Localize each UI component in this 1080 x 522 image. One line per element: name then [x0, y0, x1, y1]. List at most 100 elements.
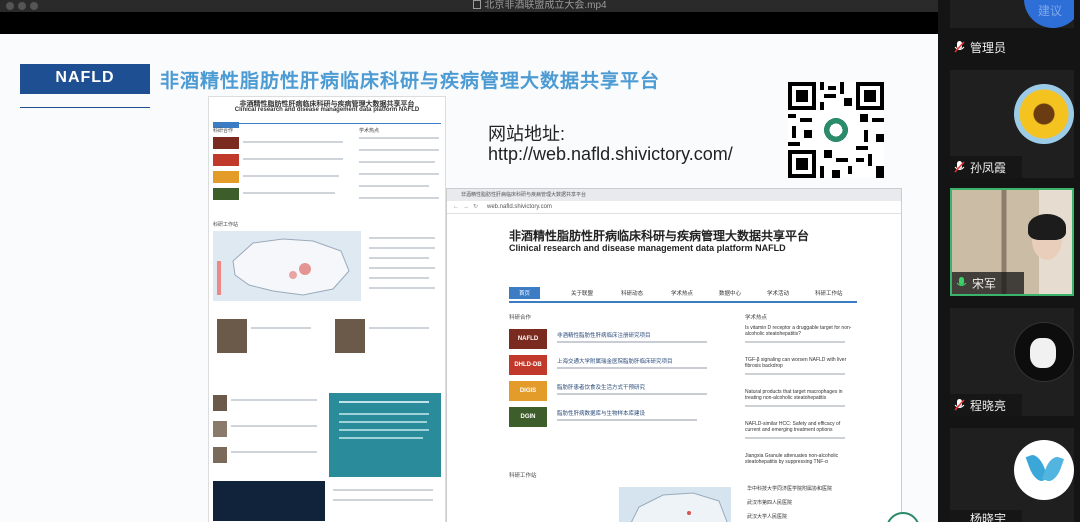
- text-line: [369, 277, 429, 279]
- china-map: [213, 231, 361, 301]
- participant-tile[interactable]: 建议: [950, 0, 1074, 28]
- mic-muted-icon: [954, 161, 965, 173]
- text-line: [557, 367, 707, 369]
- text-line: [333, 489, 433, 491]
- window-title-text: 北京非酒联盟成立大会.mp4: [484, 0, 607, 11]
- text-line: [243, 192, 335, 194]
- station-item: 武汉市第四人民医院: [747, 500, 793, 506]
- section-map: 科研工作站: [509, 473, 537, 479]
- expert-photo: [217, 319, 247, 353]
- browser-screenshot: 非酒精性脂肪性肝病临床科研与疾病管理大数据共享平台 ← → ↻ web.nafl…: [446, 188, 902, 522]
- hot-item: Natural products that target macrophages…: [745, 389, 843, 401]
- participant-name: 建议: [1038, 4, 1063, 18]
- divider: [20, 92, 150, 94]
- text-line: [557, 341, 707, 343]
- name-bar: 杨晓宇: [950, 510, 1022, 522]
- logo-dhld: DHLD-DB: [509, 355, 547, 375]
- text-line: [339, 437, 423, 439]
- name-bar: 孙凤霞: [950, 156, 1022, 178]
- participant-name: 孙凤霞: [970, 161, 1007, 175]
- avatar: [213, 395, 227, 411]
- text-line: [359, 173, 439, 175]
- text-line: [339, 413, 429, 415]
- browser-tab: 非酒精性脂肪性肝病临床科研与疾病管理大数据共享平台: [461, 192, 587, 198]
- participant-tile[interactable]: 杨晓宇: [950, 428, 1074, 522]
- logo-thumb: [213, 171, 239, 183]
- name-bar: 管理员: [950, 36, 1022, 58]
- text-line: [339, 429, 429, 431]
- participant-tile[interactable]: 宋军: [950, 188, 1074, 296]
- text-line: [359, 161, 435, 163]
- text-line: [231, 425, 317, 427]
- expert-photo: [335, 319, 365, 353]
- address-url: web.nafld.shivictory.com: [487, 204, 552, 210]
- section-hot: 学术热点: [745, 315, 768, 321]
- station-item: 华中科技大学同济医学院附属协和医院: [747, 486, 833, 492]
- nav-research: 科研动态: [621, 291, 644, 297]
- hot-item: TGF-β signaling can worsen NAFLD with li…: [745, 357, 847, 369]
- text-line: [369, 247, 435, 249]
- participant-name: 宋军: [972, 277, 997, 291]
- nav-home: 首页: [509, 287, 541, 299]
- avatar-silhouette: [1030, 338, 1056, 368]
- website-screenshot-left: 非酒精性脂肪性肝病临床科研与疾病管理大数据共享平台 Clinical resea…: [208, 96, 446, 522]
- text-line: [369, 237, 435, 239]
- site-title-en: Clinical research and disease management…: [509, 243, 786, 253]
- site-label: 网站地址:: [488, 124, 566, 144]
- window-title-bar: 北京非酒联盟成立大会.mp4: [0, 0, 1080, 12]
- text-line: [745, 373, 845, 375]
- mic-muted-icon: [954, 41, 965, 53]
- hot-item: NAFLD-similar HCC: Safety and efficacy o…: [745, 421, 841, 433]
- browser-tab-strip: 非酒精性脂肪性肝病临床科研与疾病管理大数据共享平台: [447, 189, 901, 201]
- text-line: [231, 451, 317, 453]
- text-line: [557, 393, 707, 395]
- nav-station: 科研工作站: [815, 291, 843, 297]
- window-title: 北京非酒联盟成立大会.mp4: [0, 0, 1080, 12]
- shot-section: 科研工作站: [213, 222, 239, 228]
- text-line: [359, 185, 429, 187]
- video-letterbox: [0, 12, 938, 34]
- back-icon: ←: [453, 204, 459, 210]
- text-line: [251, 327, 311, 329]
- participant-name: 杨晓宇: [970, 512, 1007, 522]
- nav-data: 数据中心: [719, 291, 742, 297]
- hot-item: Jiangxia Granule attenuates non-alcoholi…: [745, 453, 839, 465]
- logo-nafld: NAFLD: [509, 329, 547, 349]
- promo-banner: [329, 393, 441, 477]
- text-line: [359, 197, 439, 199]
- file-icon: [473, 0, 482, 9]
- participant-tile[interactable]: 孙凤霞: [950, 70, 1074, 178]
- nav-about: 关于联盟: [571, 291, 594, 297]
- reload-icon: ↻: [473, 204, 479, 210]
- participant-tile[interactable]: 管理员: [950, 32, 1074, 58]
- text-line: [745, 405, 845, 407]
- avatar: [213, 447, 227, 463]
- participant-name: 管理员: [970, 41, 1007, 55]
- name-bar: 程晓亮: [950, 394, 1022, 416]
- shot-section: 科研合作: [213, 128, 234, 134]
- site-title-cn: 非酒精性脂肪性肝病临床科研与疾病管理大数据共享平台: [509, 229, 810, 243]
- text-line: [369, 267, 435, 269]
- mic-muted-icon: [954, 399, 965, 411]
- mic-active-icon: [956, 277, 967, 286]
- text-line: [333, 499, 433, 501]
- data-visual-banner: [213, 481, 325, 521]
- participant-tile[interactable]: 程晓亮: [950, 308, 1074, 416]
- name-bar: 宋军: [952, 272, 1024, 294]
- nav-hot: 学术热点: [671, 291, 694, 297]
- logo-dgin: DGIN: [509, 407, 547, 427]
- logo-thumb: [213, 154, 239, 166]
- forward-icon: →: [463, 204, 469, 210]
- news-title: 脂肪性肝病数据库与生物样本库建设: [557, 411, 646, 417]
- news-title: 脂肪肝患者饮食及生活方式干预研究: [557, 385, 646, 391]
- shot-section: 学术热点: [359, 128, 380, 134]
- text-line: [243, 175, 339, 177]
- nafld-badge: NAFLD: [20, 64, 150, 92]
- presentation-slide: NAFLD 非酒精性脂肪性肝病临床科研与疾病管理大数据共享平台 非酒精性脂肪性肝…: [0, 34, 938, 522]
- text-line: [369, 327, 429, 329]
- hot-item: Is vitamin D receptor a druggable target…: [745, 325, 852, 337]
- participant-name: 程晓亮: [970, 399, 1007, 413]
- text-line: [745, 341, 845, 343]
- text-line: [231, 399, 317, 401]
- text-line: [745, 437, 845, 439]
